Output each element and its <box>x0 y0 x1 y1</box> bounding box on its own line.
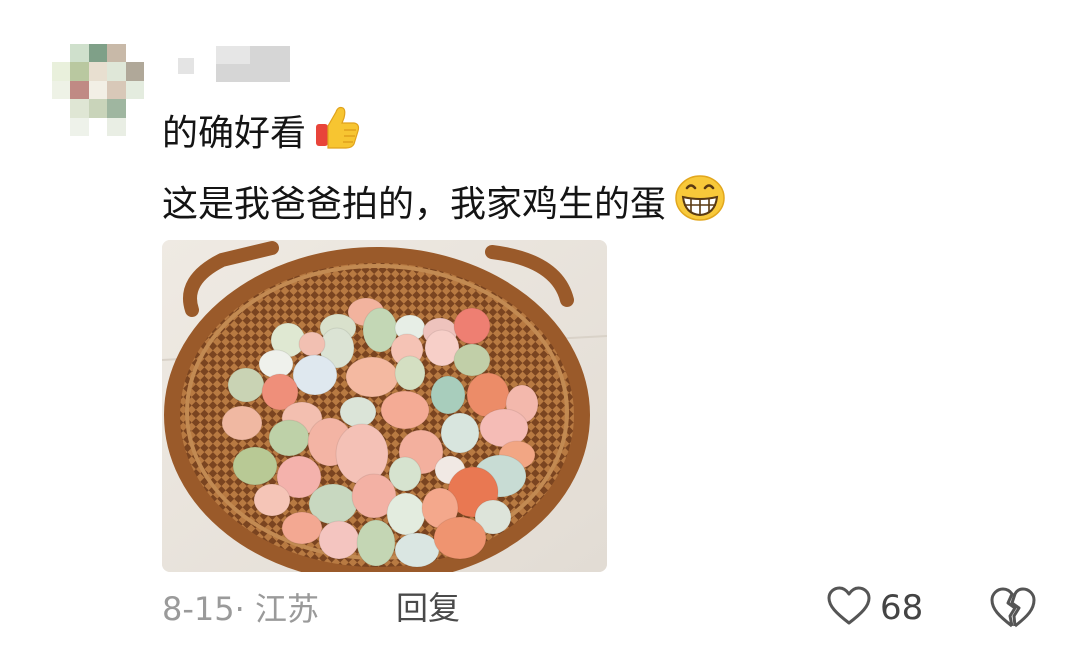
comment-line-2: 这是我爸爸拍的，我家鸡生的蛋 <box>162 174 726 235</box>
avatar[interactable] <box>52 44 144 136</box>
comment-text-2: 这是我爸爸拍的，我家鸡生的蛋 <box>162 183 667 225</box>
photo-basket-of-eggs[interactable] <box>162 240 607 572</box>
broken-heart-icon[interactable] <box>988 584 1038 632</box>
comment-location: 江苏 <box>254 590 319 628</box>
heart-icon <box>826 585 872 631</box>
grinning-emoji <box>674 174 726 235</box>
reply-button[interactable]: 回复 <box>396 586 460 630</box>
comment-date: 8-15 <box>162 590 235 628</box>
thumbs-up-emoji <box>314 104 362 163</box>
like-button[interactable]: 68 <box>826 584 923 632</box>
comment-text-1: 的确好看 <box>162 112 307 154</box>
comment-line-1: 的确好看 <box>162 104 362 163</box>
comment-meta: 8-15· 江苏 <box>162 590 319 628</box>
username-blurred[interactable] <box>178 46 290 82</box>
like-count: 68 <box>880 588 924 628</box>
